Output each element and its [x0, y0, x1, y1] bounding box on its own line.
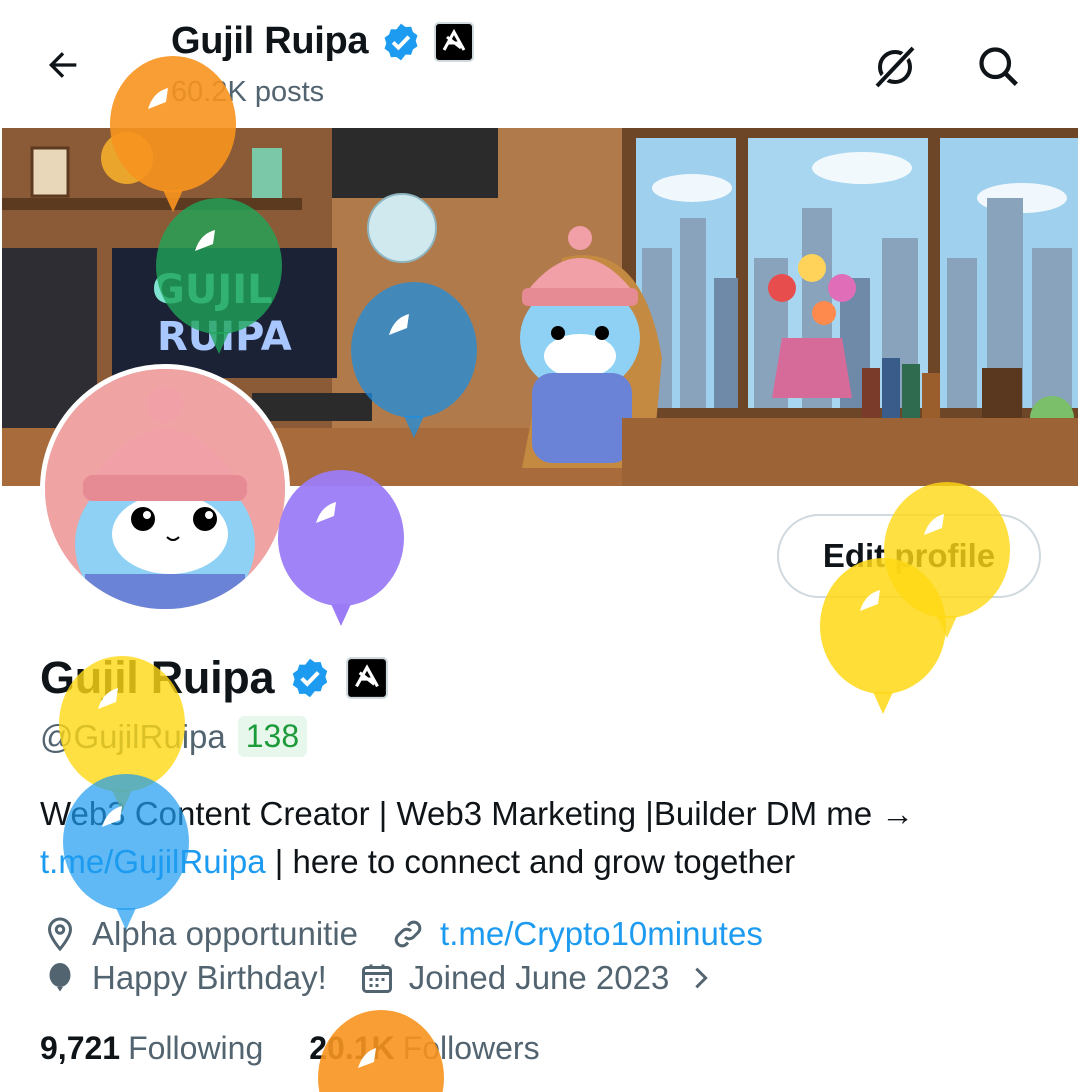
bio-text: Web3 Content Creator | Web3 Marketing |B…	[40, 795, 915, 832]
avatar[interactable]	[40, 364, 290, 614]
search-button[interactable]	[972, 40, 1024, 92]
banner-sign-line1: GUJIL	[152, 267, 273, 313]
header-title: Gujil Ruipa	[171, 20, 369, 62]
banner-sign-line2: RUIPA	[157, 314, 292, 360]
calendar-icon	[357, 958, 397, 998]
score-badge: 138	[237, 716, 308, 757]
following-label: Following	[128, 1030, 264, 1066]
followers-count: 20.1K	[309, 1030, 395, 1066]
bio-rest: | here to connect and grow together	[265, 843, 796, 880]
grok-button[interactable]	[869, 40, 921, 92]
avatar-illustration	[45, 369, 285, 609]
handle-row: @GujilRuipa 138	[40, 716, 308, 757]
back-button[interactable]	[38, 40, 88, 90]
search-icon	[979, 47, 1018, 86]
joined-item[interactable]: Joined June 2023	[357, 958, 722, 998]
balloon-icon	[40, 958, 80, 998]
arrow-left-icon	[49, 52, 77, 78]
verified-badge-icon	[384, 23, 418, 60]
birthday-item: Happy Birthday!	[40, 958, 327, 998]
top-bar: Gujil Ruipa 60.2K posts	[0, 0, 1080, 128]
affiliate-badge-icon[interactable]	[346, 657, 389, 699]
handle: @GujilRuipa	[40, 717, 226, 755]
location-pin-icon	[40, 914, 80, 954]
affiliate-badge-icon	[434, 21, 475, 62]
follow-stats: 9,721 Following 20.1K Followers	[40, 1030, 586, 1067]
website-link[interactable]: t.me/Crypto10minutes	[440, 915, 763, 953]
display-name: Gujil Ruipa	[40, 652, 275, 703]
profile-name-row: Gujil Ruipa	[40, 652, 389, 704]
chevron-right-icon	[681, 958, 721, 998]
verified-badge-icon	[292, 658, 328, 698]
meta-row-1: Alpha opportunitie t.me/Crypto10minutes	[40, 914, 793, 954]
joined-text: Joined June 2023	[408, 959, 670, 996]
bio: Web3 Content Creator | Web3 Marketing |B…	[40, 790, 1040, 886]
following-count: 9,721	[40, 1030, 121, 1066]
website-item: t.me/Crypto10minutes	[388, 914, 763, 954]
following-stat[interactable]: 9,721 Following	[40, 1030, 263, 1067]
followers-stat[interactable]: 20.1K Followers	[309, 1030, 539, 1067]
edit-profile-button[interactable]: Edit profile	[777, 514, 1041, 598]
grok-icon	[874, 45, 916, 89]
birthday-text: Happy Birthday!	[92, 959, 327, 996]
meta-row-2: Happy Birthday! Joined June 2023	[40, 958, 751, 998]
link-icon	[388, 914, 428, 954]
balloon-purple-icon	[278, 470, 404, 626]
location-item: Alpha opportunitie	[40, 914, 358, 954]
bio-link[interactable]: t.me/GujilRuipa	[40, 843, 266, 880]
posts-count: 60.2K posts	[171, 76, 325, 108]
header-title-row: Gujil Ruipa	[171, 20, 475, 63]
location-text: Alpha opportunitie	[92, 915, 359, 952]
followers-label: Followers	[402, 1030, 540, 1066]
